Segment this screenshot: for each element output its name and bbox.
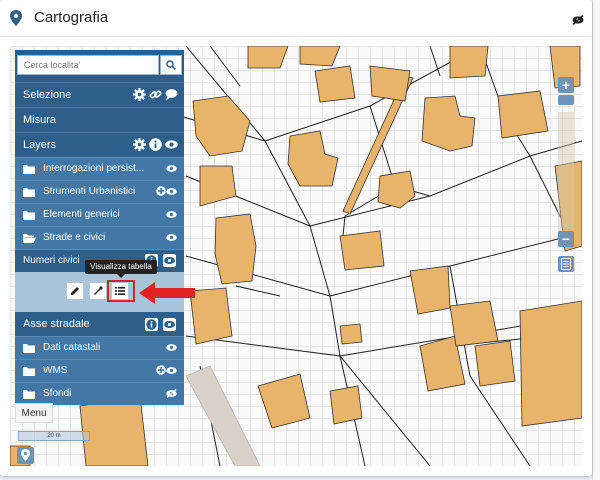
layer-group-row[interactable]: Interrogazioni persist...: [15, 157, 184, 180]
background-page-edge: [592, 0, 600, 480]
layer-group-label: Interrogazioni persist...: [43, 163, 145, 174]
cartografia-window: Cartografia + − Cerca localita' Selezion…: [0, 0, 592, 476]
eye-icon[interactable]: [165, 138, 178, 151]
layer-group-label: Sfondi: [43, 388, 72, 399]
layer-group-label: Elementi generici: [43, 209, 120, 220]
search-button[interactable]: [160, 55, 182, 75]
layer-group-row[interactable]: WMS: [15, 359, 184, 382]
folder-icon: [23, 367, 35, 376]
layer-numeri-civici-label: Numeri civici: [23, 255, 80, 266]
layer-group-label: Strumenti Urbanistici: [43, 186, 136, 197]
section-selezione[interactable]: Selezione: [15, 82, 184, 107]
folder-open-icon: [23, 234, 36, 243]
layer-group-row[interactable]: Elementi generici: [15, 203, 184, 226]
eye-slash-icon[interactable]: [166, 389, 177, 398]
section-layers[interactable]: Layers: [15, 132, 184, 157]
folder-icon: [23, 344, 35, 353]
layer-group-row[interactable]: Dati catastali: [15, 336, 184, 359]
eye-icon[interactable]: [163, 318, 176, 331]
layer-panel: Selezione Misura Layers Interrogazioni p…: [15, 50, 184, 405]
comment-icon[interactable]: [165, 88, 178, 101]
menu-button[interactable]: Menu: [15, 403, 53, 423]
search-input[interactable]: [17, 55, 159, 75]
search-icon: [166, 60, 176, 70]
view-table-tooltip: Visualizza tabella: [85, 260, 157, 278]
pin-icon: [10, 10, 22, 31]
eye-slash-icon[interactable]: [572, 12, 584, 30]
eye-icon[interactable]: [166, 164, 177, 173]
edit-button[interactable]: [66, 282, 84, 300]
eye-icon[interactable]: [166, 187, 177, 196]
eye-icon[interactable]: [166, 233, 177, 242]
highlight-box: [107, 280, 135, 302]
dropper-icon: [94, 286, 103, 295]
folder-icon: [23, 188, 35, 197]
folder-icon: [23, 211, 35, 220]
legend-icon[interactable]: [558, 256, 574, 272]
section-asse-stradale[interactable]: Asse stradale: [15, 312, 184, 336]
zoom-slider-track[interactable]: [558, 112, 574, 240]
zoom-handle[interactable]: [558, 95, 574, 105]
folder-icon: [23, 390, 35, 399]
layer-group-row[interactable]: Strumenti Urbanistici: [15, 180, 184, 203]
eye-icon[interactable]: [163, 254, 176, 267]
layer-group-label: WMS: [43, 365, 68, 376]
layer-group-label: Dati catastali: [43, 342, 101, 353]
folder-icon: [23, 165, 35, 174]
layer-group-row[interactable]: Strade e civici: [15, 226, 184, 249]
scale-bar: 20 m: [18, 431, 90, 441]
gear-icon[interactable]: [133, 138, 146, 151]
section-layers-label: Layers: [23, 139, 57, 151]
section-asse-stradale-label: Asse stradale: [23, 318, 90, 330]
gear-icon[interactable]: [133, 88, 146, 101]
window-title: Cartografia: [34, 9, 109, 26]
eye-icon[interactable]: [166, 366, 177, 375]
location-icon: [21, 449, 30, 461]
arrow-icon: [139, 282, 195, 304]
section-misura-label: Misura: [23, 114, 57, 126]
layer-group-row[interactable]: Sfondi: [15, 382, 184, 405]
pencil-icon: [71, 287, 79, 295]
plus-circle-icon[interactable]: [156, 186, 166, 196]
window-header: Cartografia: [0, 0, 592, 37]
link-icon[interactable]: [149, 88, 162, 101]
zoom-out-icon[interactable]: −: [558, 231, 574, 247]
section-selezione-label: Selezione: [23, 89, 72, 101]
layer-group-label: Strade e civici: [43, 232, 106, 243]
zoom-in-icon[interactable]: +: [558, 77, 574, 93]
plus-circle-icon[interactable]: [156, 365, 166, 375]
eye-icon[interactable]: [166, 343, 177, 352]
style-button[interactable]: [89, 282, 107, 300]
eye-icon[interactable]: [166, 210, 177, 219]
info-icon[interactable]: [149, 138, 162, 151]
location-button[interactable]: [17, 447, 34, 464]
search-row: [15, 50, 184, 82]
section-misura[interactable]: Misura: [15, 107, 184, 132]
info-icon[interactable]: [145, 318, 158, 331]
